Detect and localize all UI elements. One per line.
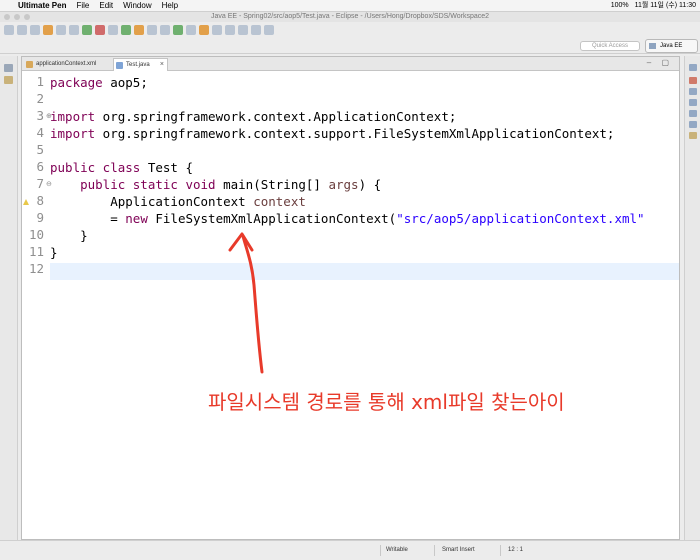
status-separator <box>434 545 435 556</box>
line-number: 9 <box>36 210 44 225</box>
editor-tabs: applicationContext.xml Test.java × – ▢ <box>22 57 679 71</box>
run-icon[interactable] <box>121 25 131 35</box>
restore-right-icon[interactable] <box>689 64 697 71</box>
status-separator <box>500 545 501 556</box>
stop-icon[interactable] <box>95 25 105 35</box>
tab-label: Test.java <box>126 62 150 68</box>
line-number: 4 <box>36 125 44 140</box>
minimize-maximize-icon[interactable]: – ▢ <box>647 58 673 67</box>
forward-icon[interactable] <box>264 25 274 35</box>
code-line-9: = new FileSystemXmlApplicationContext("s… <box>50 211 645 226</box>
battery-percent[interactable]: 100% <box>611 0 629 12</box>
code-line-11: } <box>50 245 58 260</box>
line-number-gutter: 1 2 3 ⊕ 4 5 6 7 ⊖ 8 9 10 11 12 <box>22 72 52 539</box>
quick-access-input[interactable]: Quick Access <box>580 41 640 51</box>
build-icon[interactable] <box>56 25 66 35</box>
right-trim-bar <box>684 56 700 540</box>
window-title: Java EE - Spring02/src/aop5/Test.java - … <box>210 13 490 20</box>
package-explorer-icon[interactable] <box>4 76 13 84</box>
toolbar-icons <box>4 25 274 35</box>
status-writable: Writable <box>386 547 408 553</box>
line-number: 10 <box>28 227 44 242</box>
line-number: 8 <box>36 193 44 208</box>
code-line-6: public class Test { <box>50 160 193 175</box>
tab-application-context-xml[interactable]: applicationContext.xml <box>24 58 112 71</box>
code-area[interactable]: package aop5; import org.springframework… <box>50 72 679 539</box>
code-line-1: package aop5; <box>50 75 148 90</box>
hierarchy-icon[interactable] <box>689 99 697 106</box>
new-class-icon[interactable] <box>173 25 183 35</box>
java-editor: applicationContext.xml Test.java × – ▢ 1… <box>21 56 680 540</box>
line-number: 1 <box>36 74 44 89</box>
annotation-prev-icon[interactable] <box>238 25 248 35</box>
perspective-java-ee-button[interactable]: Java EE <box>645 39 698 53</box>
minimize-window-button[interactable] <box>14 14 20 20</box>
clock[interactable]: 11월 11일 (수) 11:30 <box>635 0 696 12</box>
code-line-8: ApplicationContext context <box>50 194 306 209</box>
task-list-icon[interactable] <box>689 77 697 84</box>
line-number: 3 <box>36 108 44 123</box>
menu-help[interactable]: Help <box>162 0 178 12</box>
markers-icon[interactable] <box>689 110 697 117</box>
new-package-icon[interactable] <box>160 25 170 35</box>
line-number: 7 <box>36 176 44 191</box>
code-line-7: public static void main(String[] args) { <box>50 177 382 192</box>
line-number: 11 <box>28 244 44 259</box>
save-icon[interactable] <box>17 25 27 35</box>
search-file-icon[interactable] <box>212 25 222 35</box>
properties-icon[interactable] <box>689 121 697 128</box>
menu-file[interactable]: File <box>76 0 89 12</box>
restore-icon[interactable] <box>4 64 13 72</box>
java-file-icon <box>116 62 123 69</box>
line-number: 2 <box>36 91 44 106</box>
new-icon[interactable] <box>4 25 14 35</box>
menu-window[interactable]: Window <box>123 0 151 12</box>
menu-edit[interactable]: Edit <box>99 0 113 12</box>
left-trim-bar <box>0 56 18 540</box>
line-number: 6 <box>36 159 44 174</box>
app-name[interactable]: Ultimate Pen <box>18 0 66 12</box>
tab-test-java[interactable]: Test.java × <box>113 58 168 71</box>
status-area: 100% 11월 11일 (수) 11:30 <box>611 0 696 12</box>
window-title-bar: Java EE - Spring02/src/aop5/Test.java - … <box>0 12 700 22</box>
annotation-next-icon[interactable] <box>225 25 235 35</box>
annotation-text: 파일시스템 경로를 통해 xml파일 찾는아이 <box>208 390 565 414</box>
close-tab-icon[interactable]: × <box>160 59 164 71</box>
server-icon[interactable] <box>43 25 53 35</box>
back-icon[interactable] <box>251 25 261 35</box>
menu-bar: Ultimate Pen File Edit Window Help 100% … <box>0 0 700 12</box>
zoom-window-button[interactable] <box>24 14 30 20</box>
line-number: 12 <box>28 261 44 276</box>
external-tools-icon[interactable] <box>134 25 144 35</box>
perspective-icon <box>649 43 656 49</box>
status-bar: Writable Smart Insert 12 : 1 <box>0 540 700 560</box>
run-server-icon[interactable] <box>82 25 92 35</box>
xml-file-icon <box>26 61 33 68</box>
status-separator <box>380 545 381 556</box>
servers-icon[interactable] <box>689 132 697 139</box>
window-controls <box>4 14 30 20</box>
status-cursor-position: 12 : 1 <box>508 547 524 553</box>
print-icon[interactable] <box>30 25 40 35</box>
close-window-button[interactable] <box>4 14 10 20</box>
open-task-icon[interactable] <box>199 25 209 35</box>
outline-icon[interactable] <box>689 88 697 95</box>
tab-label: applicationContext.xml <box>36 61 97 67</box>
code-line-4: import org.springframework.context.suppo… <box>50 126 615 141</box>
perspective-label: Java EE <box>660 43 683 49</box>
code-line-3: import org.springframework.context.Appli… <box>50 109 457 124</box>
search-icon[interactable] <box>69 25 79 35</box>
code-line-10: } <box>50 228 88 243</box>
debug-icon[interactable] <box>108 25 118 35</box>
status-insert-mode: Smart Insert <box>442 547 475 553</box>
open-type-icon[interactable] <box>186 25 196 35</box>
new-java-project-icon[interactable] <box>147 25 157 35</box>
line-number: 5 <box>36 142 44 157</box>
